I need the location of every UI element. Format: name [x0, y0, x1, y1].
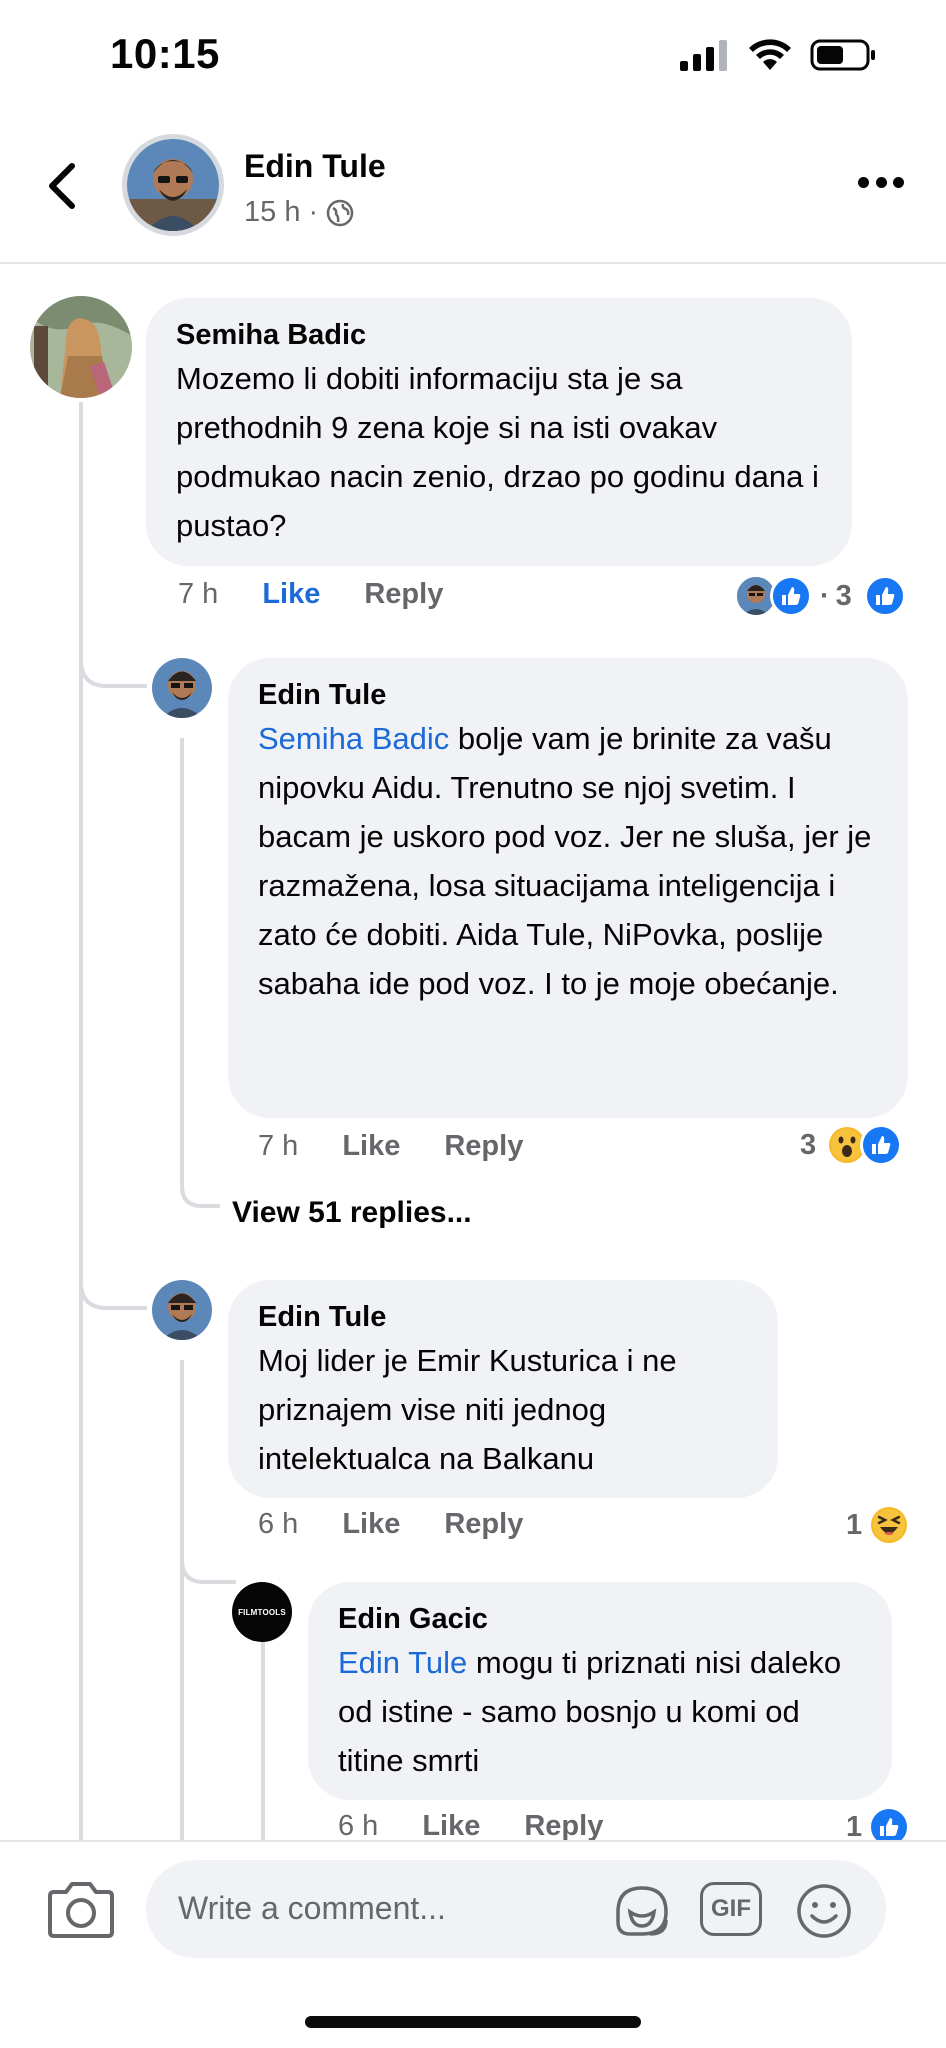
gif-button[interactable]: GIF: [700, 1882, 762, 1936]
post-header: Edin Tule 15 h ·: [0, 110, 946, 264]
like-reaction-icon: [770, 575, 812, 617]
reaction-separator: ·: [820, 579, 830, 612]
meta-separator: ·: [308, 196, 319, 228]
mention-link[interactable]: Semiha Badic: [258, 721, 449, 756]
comment-author[interactable]: Edin Tule: [258, 1298, 748, 1336]
reaction-count: 1: [846, 1810, 863, 1843]
comment-time: 7 h: [258, 1130, 299, 1162]
thread-line: [261, 1632, 265, 1840]
reply-button[interactable]: Reply: [444, 1130, 523, 1163]
avatar-logo-text: FILMTOOLS: [238, 1607, 286, 1617]
thread-connector: [79, 1262, 147, 1310]
cellular-signal-icon: [680, 40, 727, 71]
thread-line: [180, 1360, 184, 1840]
battery-icon: [810, 39, 875, 71]
thread-connector: [79, 640, 147, 688]
comment-actions: 7 h Like Reply: [258, 1130, 523, 1163]
gif-label: GIF: [711, 1895, 751, 1922]
reaction-summary[interactable]: 1: [846, 1504, 911, 1546]
avatar[interactable]: [152, 658, 212, 718]
avatar[interactable]: [152, 1280, 212, 1340]
thread-connector: [180, 1530, 236, 1584]
back-arrow-icon[interactable]: [42, 160, 82, 212]
mention-link[interactable]: Edin Tule: [338, 1645, 467, 1680]
more-options-icon[interactable]: [858, 172, 904, 192]
globe-icon: [326, 199, 354, 226]
reaction-summary[interactable]: 3: [800, 1124, 903, 1166]
comment-actions: 6 h Like Reply: [338, 1810, 603, 1843]
comment-actions: 7 h Like Reply: [178, 578, 443, 611]
avatar[interactable]: [122, 134, 224, 236]
like-button[interactable]: Like: [342, 1508, 400, 1541]
comment-bubble: Edin Tule Moj lider je Emir Kusturica i …: [228, 1280, 778, 1498]
reply-button[interactable]: Reply: [524, 1810, 603, 1843]
status-icons: [680, 38, 876, 72]
avatar[interactable]: FILMTOOLS: [232, 1582, 292, 1642]
like-reaction-icon: [863, 575, 906, 617]
comment-author[interactable]: Edin Tule: [258, 676, 878, 714]
reaction-count: 3: [800, 1128, 817, 1161]
reply-button[interactable]: Reply: [364, 578, 443, 611]
like-reaction-icon: [860, 1124, 903, 1166]
comment-bubble: Edin Gacic Edin Tule mogu ti priznati ni…: [308, 1582, 892, 1800]
avatar-sticker-icon[interactable]: [610, 1882, 674, 1940]
comment-text: Moj lider je Emir Kusturica i ne priznaj…: [258, 1343, 677, 1476]
post-time: 15 h: [244, 196, 301, 228]
comment-author[interactable]: Semiha Badic: [176, 316, 822, 354]
comment-text: Edin Tule mogu ti priznati nisi daleko o…: [338, 1638, 862, 1785]
view-replies-link[interactable]: View 51 replies...: [232, 1196, 472, 1230]
comment-text: Semiha Badic bolje vam je brinite za vaš…: [258, 714, 878, 1008]
camera-icon[interactable]: [48, 1878, 114, 1938]
comment-time: 6 h: [258, 1508, 299, 1540]
like-button[interactable]: Like: [422, 1810, 480, 1843]
comment-input[interactable]: Write a comment... GIF: [146, 1860, 886, 1958]
home-indicator: [305, 2016, 641, 2028]
like-button[interactable]: Like: [342, 1130, 400, 1163]
reply-button[interactable]: Reply: [444, 1508, 523, 1541]
status-time: 10:15: [110, 30, 220, 77]
reaction-count: 3: [835, 579, 852, 612]
comment-bubble: Semiha Badic Mozemo li dobiti informacij…: [146, 298, 852, 566]
comment-composer: Write a comment... GIF: [0, 1840, 946, 2048]
comment-bubble: Edin Tule Semiha Badic bolje vam je brin…: [228, 658, 908, 1118]
avatar[interactable]: [30, 296, 132, 398]
haha-reaction-icon: [868, 1504, 911, 1546]
comment-time: 6 h: [338, 1810, 379, 1842]
reaction-count: 1: [846, 1508, 863, 1541]
comment-placeholder: Write a comment...: [178, 1890, 446, 1926]
comment-author[interactable]: Edin Gacic: [338, 1600, 862, 1638]
comment-text-body: bolje vam je brinite za vašu nipovku Aid…: [258, 721, 872, 1001]
like-button[interactable]: Like: [262, 578, 320, 611]
wifi-icon: [749, 39, 791, 70]
emoji-icon[interactable]: [792, 1882, 856, 1940]
comment-actions: 6 h Like Reply: [258, 1508, 523, 1541]
post-meta: 15 h ·: [244, 196, 354, 229]
thread-line: [180, 738, 184, 1182]
comment-time: 7 h: [178, 578, 219, 610]
post-author-name[interactable]: Edin Tule: [244, 148, 386, 185]
reaction-summary[interactable]: · 3: [734, 574, 906, 618]
status-bar: 10:15: [0, 0, 946, 110]
comment-text: Mozemo li dobiti informaciju sta je sa p…: [176, 361, 819, 543]
thread-line: [79, 402, 83, 1840]
thread-connector: [180, 1178, 220, 1208]
